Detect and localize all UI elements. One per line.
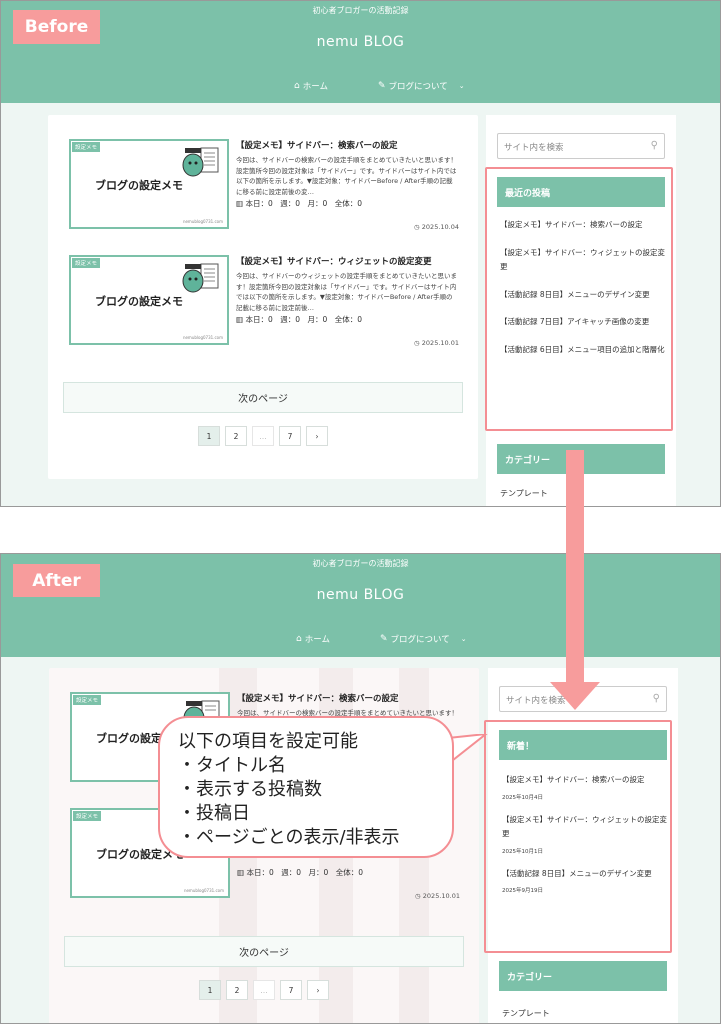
page-1-button[interactable]: 1 — [199, 980, 221, 1000]
post-stats: ▥ 本日：0 週：0 月：0 全体：0 — [236, 198, 362, 209]
thumbnail-title: ブログの設定メモ — [95, 179, 183, 192]
callout-line: ・ページごとの表示/非表示 — [178, 827, 400, 848]
callout-tail — [448, 734, 488, 766]
nav-item-home[interactable]: ⌂ ホーム — [294, 80, 328, 92]
comparison-figure: 初心者ブロガーの活動記録 nemu BLOG ⌂ ホーム ✎ ブログについて ⌄… — [0, 0, 721, 1024]
chevron-down-icon: ⌄ — [460, 635, 467, 643]
post-date: ◷ 2025.10.04 — [414, 223, 459, 231]
nav-label: ホーム — [304, 635, 330, 645]
post-thumbnail[interactable]: 設定メモ ブログの設定メモ nemublog0731.com — [69, 255, 229, 345]
before-label: Before — [13, 10, 100, 44]
next-page-button[interactable]: 次のページ — [64, 936, 464, 967]
callout-line: 以下の項目を設定可能 — [178, 731, 358, 752]
site-title[interactable]: nemu BLOG — [1, 34, 720, 50]
post-stats: ▥ 本日：0 週：0 月：0 全体：0 — [236, 314, 362, 325]
mascot-icon — [182, 263, 219, 293]
thumbnail-url: nemublog0731.com — [183, 888, 224, 893]
nav-item-about[interactable]: ✎ ブログについて ⌄ — [380, 633, 467, 645]
category-link[interactable]: テンプレート — [500, 488, 548, 499]
category-badge: 設定メモ — [73, 695, 102, 705]
after-label: After — [13, 564, 100, 597]
date-text: 2025.10.01 — [421, 339, 459, 347]
next-page-button[interactable]: 次のページ — [63, 382, 463, 413]
thumbnail-url: nemublog0731.com — [182, 335, 223, 340]
callout-line: ・タイトル名 — [178, 755, 286, 776]
next-arrow-button[interactable]: › — [306, 426, 328, 446]
date-text: 2025.10.01 — [422, 892, 460, 900]
clock-icon: ◷ — [414, 223, 422, 231]
clock-icon: ◷ — [415, 892, 423, 900]
post-stats: ▥ 本日：0 週：0 月：0 全体：0 — [237, 867, 363, 878]
next-arrow-button[interactable]: › — [307, 980, 329, 1000]
nav-label: ブログについて — [388, 82, 448, 92]
search-input[interactable]: サイト内を検索 ⚲ — [497, 133, 665, 159]
site-header: 初心者ブロガーの活動記録 nemu BLOG ⌂ ホーム ✎ ブログについて ⌄… — [1, 554, 720, 657]
post-title[interactable]: 【設定メモ】サイドバー：検索バーの設定 — [237, 692, 399, 704]
post-excerpt: 今回は、サイドバーのウィジェットの設定手順をまとめていきたいと思います！設定箇所… — [236, 272, 457, 312]
page-7-button[interactable]: 7 — [280, 980, 302, 1000]
post-list: 設定メモ ブログの設定メモ nemublog0731.com 【設定メモ】サイド… — [48, 115, 478, 479]
post-title[interactable]: 【設定メモ】サイドバー：検索バーの設定 — [236, 139, 398, 151]
category-badge: 設定メモ — [73, 811, 102, 821]
nav-label: ブログについて — [390, 635, 450, 645]
search-icon[interactable]: ⚲ — [653, 693, 660, 704]
category-badge: 設定メモ — [72, 142, 101, 152]
post-date: ◷ 2025.10.01 — [414, 339, 459, 347]
search-icon[interactable]: ⚲ — [651, 140, 658, 151]
stats-text: 本日：0 週：0 月：0 全体：0 — [245, 315, 363, 324]
nav-item-about[interactable]: ✎ ブログについて ⌄ — [378, 80, 465, 92]
arrow-shaft — [566, 450, 584, 684]
stats-text: 本日：0 週：0 月：0 全体：0 — [246, 868, 364, 877]
post-excerpt: 今回は、サイドバーの検索バーの設定手順をまとめていきたいと思います！設定箇所今回… — [236, 156, 457, 196]
site-title[interactable]: nemu BLOG — [1, 587, 720, 603]
callout-line: ・投稿日 — [178, 803, 250, 824]
nav-label: ホーム — [302, 82, 328, 92]
pagination: 1 2 … 7 › — [199, 980, 329, 1000]
home-icon: ⌂ — [296, 634, 302, 644]
pencil-icon: ✎ — [380, 634, 388, 644]
post-date: ◷ 2025.10.01 — [415, 892, 460, 900]
category-link[interactable]: テンプレート — [502, 1008, 550, 1019]
chevron-down-icon: ⌄ — [458, 82, 465, 90]
callout-line: ・表示する投稿数 — [178, 779, 322, 800]
page-2-button[interactable]: 2 — [225, 426, 247, 446]
page-ellipsis: … — [253, 980, 275, 1000]
post-title[interactable]: 【設定メモ】サイドバー：ウィジェットの設定変更 — [236, 255, 432, 267]
before-panel: 初心者ブロガーの活動記録 nemu BLOG ⌂ ホーム ✎ ブログについて ⌄… — [0, 0, 721, 507]
highlight-box — [485, 167, 673, 431]
pencil-icon: ✎ — [378, 81, 386, 91]
page-ellipsis: … — [252, 426, 274, 446]
callout-bubble: 以下の項目を設定可能 ・タイトル名 ・表示する投稿数 ・投稿日 ・ページごとの表… — [158, 716, 454, 858]
date-text: 2025.10.04 — [421, 223, 459, 231]
home-icon: ⌂ — [294, 81, 300, 91]
page-2-button[interactable]: 2 — [226, 980, 248, 1000]
post-card[interactable]: 設定メモ ブログの設定メモ nemublog0731.com 【設定メモ】サイド… — [69, 255, 459, 351]
mascot-icon — [182, 147, 219, 177]
category-badge: 設定メモ — [72, 258, 101, 268]
site-tagline: 初心者ブロガーの活動記録 — [312, 559, 409, 568]
category-heading: カテゴリー — [499, 961, 667, 991]
clock-icon: ◷ — [414, 339, 422, 347]
thumbnail-title: ブログの設定メモ — [95, 295, 183, 308]
pagination: 1 2 … 7 › — [198, 426, 328, 446]
page-1-button[interactable]: 1 — [198, 426, 220, 446]
site-tagline: 初心者ブロガーの活動記録 — [312, 6, 409, 15]
highlight-box — [484, 720, 672, 953]
search-placeholder: サイト内を検索 — [504, 143, 564, 153]
stats-text: 本日：0 週：0 月：0 全体：0 — [245, 199, 363, 208]
thumbnail-url: nemublog0731.com — [182, 219, 223, 224]
arrow-down-icon — [550, 682, 600, 710]
nav-item-home[interactable]: ⌂ ホーム — [296, 633, 330, 645]
site-header: 初心者ブロガーの活動記録 nemu BLOG ⌂ ホーム ✎ ブログについて ⌄… — [1, 1, 720, 103]
post-thumbnail[interactable]: 設定メモ ブログの設定メモ nemublog0731.com — [69, 139, 229, 229]
page-7-button[interactable]: 7 — [279, 426, 301, 446]
post-card[interactable]: 設定メモ ブログの設定メモ nemublog0731.com 【設定メモ】サイド… — [69, 139, 459, 235]
